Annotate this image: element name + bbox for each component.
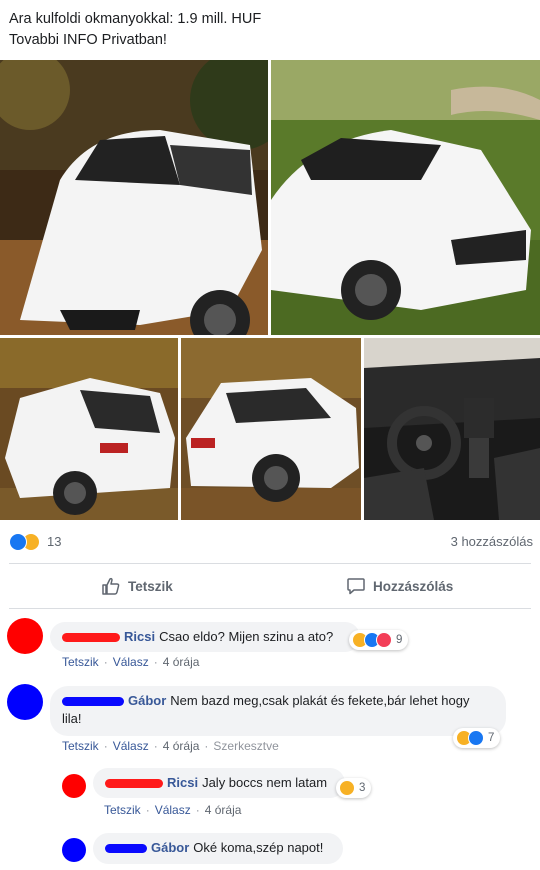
comment-like-link[interactable]: Tetszik — [62, 739, 99, 753]
comment-meta: Tetszik · Válasz · 4 órája · Szerkesztve — [62, 739, 279, 753]
edited-label[interactable]: Szerkesztve — [213, 739, 278, 753]
comment-reply-link[interactable]: Válasz — [155, 803, 191, 817]
comment-bubble: Ricsi Csao eldo? Mijen szinu a ato? — [50, 622, 360, 652]
comment-time[interactable]: 4 órája — [163, 655, 200, 669]
car-photo-front-grass — [271, 60, 540, 335]
comment-text: Oké koma,szép napot! — [193, 840, 324, 855]
divider-bottom — [9, 608, 531, 609]
comment-icon — [347, 578, 365, 595]
like-icon — [9, 533, 27, 551]
divider-top — [9, 563, 531, 564]
reaction-count[interactable]: 13 — [47, 534, 61, 549]
like-button-label: Tetszik — [128, 578, 173, 594]
comment-author[interactable]: Gábor — [151, 840, 189, 855]
comment-reactions[interactable]: 7 — [453, 728, 501, 748]
comment-time[interactable]: 4 órája — [205, 803, 242, 817]
photo-2[interactable] — [271, 60, 540, 335]
reaction-count: 7 — [488, 732, 495, 744]
comment-bubble: Gábor Nem bazd meg,csak plakát és fekete,… — [50, 686, 506, 736]
separator-dot: · — [195, 803, 200, 817]
avatar[interactable] — [7, 618, 43, 654]
separator-dot: · — [145, 803, 150, 817]
comment-text-line-2: lila! — [62, 711, 82, 726]
reaction-count: 9 — [396, 634, 403, 646]
reactions-summary[interactable]: 13 3 hozzászólás — [9, 531, 533, 553]
comment-bubble: Ricsi Jaly boccs nem latam — [93, 768, 345, 798]
comment-button[interactable]: Hozzászólás — [346, 570, 453, 602]
comment-author[interactable]: Ricsi — [167, 775, 198, 790]
photo-1[interactable] — [0, 60, 268, 335]
separator-dot: · — [103, 655, 108, 669]
comment-count-link[interactable]: 3 hozzászólás — [451, 534, 533, 549]
separator-dot: · — [103, 739, 108, 753]
redacted-name — [105, 779, 163, 789]
like-icon — [468, 730, 484, 746]
avatar[interactable] — [62, 838, 86, 862]
reaction-count: 3 — [359, 782, 366, 794]
comment-button-label: Hozzászólás — [373, 578, 454, 594]
comment-reply-link[interactable]: Válasz — [113, 655, 149, 669]
redacted-name — [105, 844, 147, 854]
comment-text-line-1: Nem bazd meg,csak plakát és fekete,bár l… — [170, 693, 470, 708]
separator-dot: · — [153, 655, 158, 669]
comment-like-link[interactable]: Tetszik — [62, 655, 99, 669]
comment-reactions[interactable]: 9 — [349, 630, 409, 650]
photo-3[interactable] — [0, 338, 178, 520]
redacted-name — [62, 633, 120, 643]
comment-text: Csao eldo? Mijen szinu a ato? — [159, 629, 334, 644]
comment-text: Jaly boccs nem latam — [202, 775, 328, 790]
post-text: Ara kulfoldi okmanyokkal: 1.9 mill. HUF … — [9, 9, 261, 51]
comment-time[interactable]: 4 órája — [163, 739, 200, 753]
post-text-line-1: Ara kulfoldi okmanyokkal: 1.9 mill. HUF — [9, 11, 262, 27]
avatar[interactable] — [62, 774, 86, 798]
comment-reply-link[interactable]: Válasz — [113, 739, 149, 753]
comment-bubble: Gábor Oké koma,szép napot! — [93, 833, 343, 864]
like-button[interactable]: Tetszik — [101, 570, 173, 602]
comment-author[interactable]: Ricsi — [124, 629, 155, 644]
comment-meta: Tetszik · Válasz · 4 órája — [62, 655, 199, 669]
comment-meta: Tetszik · Válasz · 4 órája — [104, 803, 241, 817]
photo-4[interactable] — [181, 338, 361, 520]
photo-5[interactable] — [364, 338, 540, 520]
avatar[interactable] — [7, 684, 43, 720]
post-text-line-2: Tovabbi INFO Privatban! — [9, 32, 167, 48]
separator-dot: · — [204, 739, 209, 753]
comment-author[interactable]: Gábor — [128, 693, 166, 708]
love-icon — [376, 632, 392, 648]
redacted-name — [62, 697, 124, 707]
haha-icon — [339, 780, 355, 796]
car-photo-rear-right — [181, 338, 361, 520]
comment-reactions[interactable]: 3 — [336, 778, 372, 798]
comment-like-link[interactable]: Tetszik — [104, 803, 141, 817]
car-photo-front-leaves — [0, 60, 268, 335]
car-photo-interior — [364, 338, 540, 520]
thumbs-up-icon — [102, 577, 120, 595]
car-photo-rear-left — [0, 338, 178, 520]
separator-dot: · — [153, 739, 158, 753]
